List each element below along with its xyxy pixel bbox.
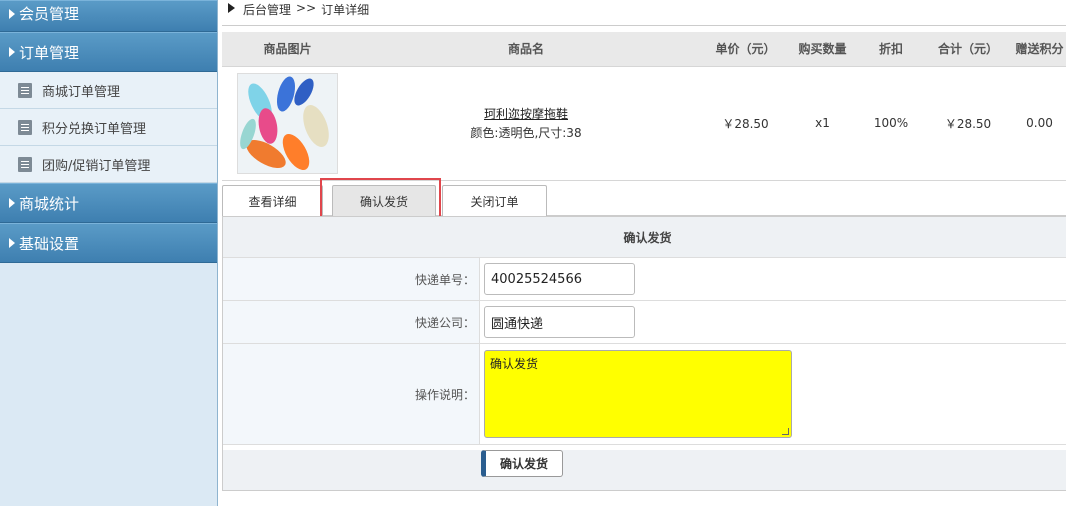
main-content: 后台管理 >> 订单详细 商品图片 商品名 单价（元） 购买数量 折扣 合计（元… — [222, 0, 1066, 506]
product-discount: 100% — [853, 66, 929, 181]
form-title: 确认发货 — [223, 217, 1066, 258]
sidebar-section-label: 基础设置 — [19, 234, 80, 253]
product-image[interactable] — [237, 72, 338, 174]
sidebar-item-label: 商城订单管理 — [42, 84, 121, 100]
resize-grip-icon[interactable] — [782, 428, 789, 435]
operation-note-label: 操作说明： — [223, 344, 480, 444]
sidebar-section-orders[interactable]: 订单管理 — [0, 32, 217, 72]
column-header: 合计（元） — [929, 32, 1007, 67]
product-spec: 颜色:透明色,尺寸:38 — [470, 126, 582, 140]
document-icon — [18, 156, 32, 172]
sidebar-item-label: 积分兑换订单管理 — [42, 121, 147, 137]
product-points: 0.00 — [1007, 66, 1066, 181]
sidebar-item-points-orders[interactable]: 积分兑换订单管理 — [0, 109, 217, 146]
operation-note-textarea[interactable]: 确认发货 — [484, 350, 792, 438]
button-label: 确认发货 — [499, 457, 548, 471]
breadcrumb-root[interactable]: 后台管理 — [243, 1, 291, 18]
product-price: ￥28.50 — [699, 66, 792, 181]
column-header: 单价（元） — [699, 32, 792, 67]
tab-close-order[interactable]: 关闭订单 — [442, 185, 547, 217]
breadcrumb-current: 订单详细 — [321, 3, 370, 17]
column-header: 商品图片 — [222, 32, 353, 67]
column-header: 折扣 — [853, 32, 929, 67]
caret-right-icon — [228, 3, 235, 13]
product-table: 商品图片 商品名 单价（元） 购买数量 折扣 合计（元） 赠送积分 珂利迩按摩拖… — [222, 32, 1066, 181]
tab-view-details[interactable]: 查看详细 — [222, 185, 323, 217]
caret-right-icon — [9, 238, 15, 248]
column-header: 商品名 — [353, 32, 699, 67]
caret-right-icon — [9, 9, 15, 19]
breadcrumb-separator: >> — [296, 1, 317, 15]
tracking-number-input[interactable]: 40025524566 — [484, 263, 635, 295]
sidebar-item-mall-orders[interactable]: 商城订单管理 — [0, 72, 217, 109]
breadcrumb: 后台管理 >> 订单详细 — [222, 0, 1066, 26]
product-name-link[interactable]: 珂利迩按摩拖鞋 — [353, 105, 699, 122]
column-header: 购买数量 — [792, 32, 853, 67]
sidebar-section-label: 商城统计 — [19, 194, 80, 213]
form-actions: 确认发货 — [223, 450, 1066, 490]
caret-right-icon — [9, 198, 15, 208]
tab-label: 查看详细 — [248, 195, 297, 209]
tracking-number-label: 快递单号： — [223, 258, 480, 300]
confirm-shipment-button[interactable]: 确认发货 — [481, 450, 563, 477]
courier-company-label: 快递公司： — [223, 301, 480, 343]
tab-label: 关闭订单 — [470, 195, 519, 209]
sidebar-section-label: 订单管理 — [19, 43, 80, 62]
operation-note-text: 确认发货 — [490, 357, 539, 371]
sidebar-section-label: 会员管理 — [19, 5, 80, 23]
caret-right-icon — [9, 47, 15, 57]
shipment-form: 确认发货 快递单号： 40025524566 快递公司： 圆通快递 操作说明： … — [222, 216, 1066, 491]
sidebar: 会员管理 订单管理 商城订单管理 积分兑换订单管理 团购/促销订单管理 商城统计… — [0, 0, 218, 506]
sidebar-section-stats[interactable]: 商城统计 — [0, 183, 217, 223]
column-header: 赠送积分 — [1007, 32, 1066, 67]
document-icon — [18, 82, 32, 98]
table-row: 珂利迩按摩拖鞋 颜色:透明色,尺寸:38 ￥28.50 x1 100% ￥28.… — [222, 66, 1066, 181]
sidebar-item-group-orders[interactable]: 团购/促销订单管理 — [0, 146, 217, 183]
product-quantity: x1 — [792, 66, 853, 181]
sidebar-section-members[interactable]: 会员管理 — [0, 0, 217, 32]
sidebar-item-label: 团购/促销订单管理 — [42, 158, 151, 174]
product-total: ￥28.50 — [929, 66, 1007, 181]
sidebar-section-settings[interactable]: 基础设置 — [0, 223, 217, 263]
document-icon — [18, 119, 32, 135]
courier-company-input[interactable]: 圆通快递 — [484, 306, 635, 338]
